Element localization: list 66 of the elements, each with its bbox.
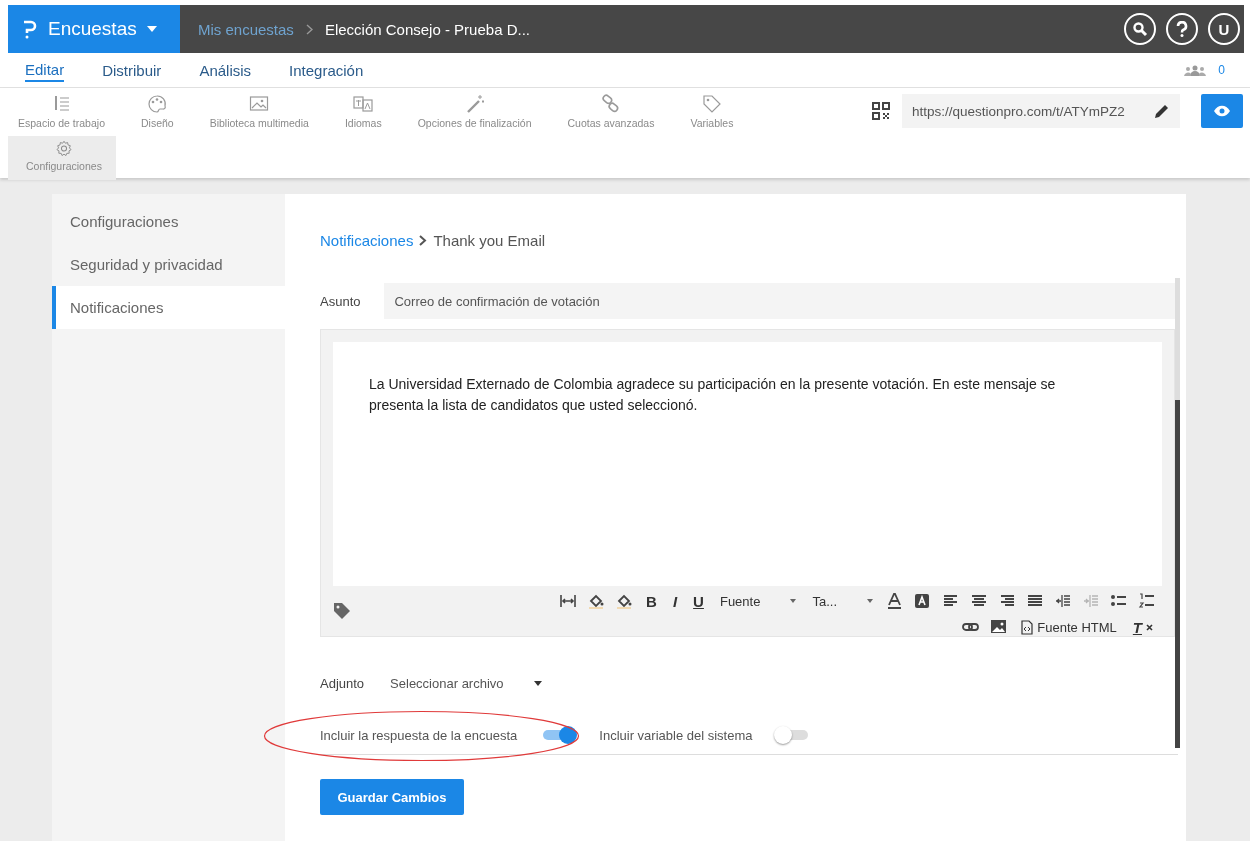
preview-button[interactable] — [1201, 94, 1243, 128]
user-button[interactable]: U — [1208, 13, 1240, 45]
underline-button[interactable]: U — [690, 590, 707, 612]
toolbar-item[interactable]: Opciones de finalización — [399, 92, 550, 136]
toolbar-item[interactable]: Cuotas avanzadas — [549, 92, 673, 136]
scrollbar[interactable] — [1175, 278, 1180, 748]
product-menu[interactable]: Encuestas — [8, 5, 180, 53]
qr-code-icon[interactable] — [872, 102, 890, 120]
source-button[interactable]: Fuente HTML — [1018, 616, 1120, 638]
toolbar-item[interactable]: Idiomas — [326, 92, 400, 136]
clear-format-button[interactable]: T — [1129, 616, 1156, 638]
survey-url-field[interactable]: https://questionpro.com/t/ATYmPZ2 — [902, 94, 1180, 128]
help-button[interactable] — [1166, 13, 1198, 45]
pencil-icon[interactable] — [1154, 103, 1170, 119]
bold-button[interactable]: B — [643, 590, 660, 612]
italic-button[interactable]: I — [669, 590, 681, 612]
file-code-icon — [1021, 619, 1034, 635]
eye-icon — [1214, 105, 1230, 117]
toolbar-item[interactable]: Configuraciones — [8, 136, 116, 180]
toggle-label: Incluir la respuesta de la encuesta — [320, 727, 518, 743]
logo-icon — [22, 19, 38, 39]
translate-icon — [353, 94, 374, 114]
body-text: La Universidad Externado de Colombia agradece su participación en la presente votación. En este mensaje se presenta la lista de candidatos que usted seleccionó. — [369, 376, 1056, 413]
dropdown[interactable]: Ta... — [809, 590, 876, 612]
sidebar-item[interactable]: Notificaciones — [52, 286, 285, 329]
caret-icon — [867, 599, 873, 603]
sidebar-item[interactable]: Configuraciones — [52, 200, 285, 243]
caret-icon — [146, 26, 157, 32]
survey-title: Elección Consejo - Prueba D... — [324, 20, 530, 38]
email-body[interactable]: La Universidad Externado de Colombia agradece su participación en la presente votación. En este mensaje se presenta la lista de candidatos que usted seleccionó. — [333, 342, 1162, 586]
palette-icon — [147, 94, 168, 114]
field-label: Adjunto — [320, 676, 365, 691]
textcolor-icon[interactable] — [886, 590, 904, 612]
caret-icon — [533, 681, 542, 686]
toggle-label: Incluir variable del sistema — [599, 727, 753, 743]
tag-icon[interactable] — [333, 602, 351, 620]
toolbar-item[interactable]: Variables — [672, 92, 752, 136]
sidebar-item[interactable]: Seguridad y privacidad — [52, 243, 285, 286]
subject-field[interactable]: Correo de confirmación de votación — [384, 283, 1175, 319]
settings-icon — [53, 140, 74, 157]
nav-tab[interactable]: Análisis — [199, 59, 252, 81]
search-button[interactable] — [1124, 13, 1156, 45]
field-label: Asunto — [320, 293, 361, 309]
image-icon — [249, 94, 270, 114]
people-icon — [1184, 64, 1207, 76]
nav-tab[interactable]: Editar — [25, 58, 65, 82]
search-icon — [1132, 21, 1148, 37]
breadcrumb-link[interactable]: Mis encuestas — [198, 20, 294, 38]
file-select[interactable]: Seleccionar archivo — [384, 675, 548, 692]
chevron-icon — [305, 23, 313, 35]
toolbar-item[interactable]: Diseño — [123, 92, 192, 136]
toolbar-item[interactable]: Biblioteca multimedia — [191, 92, 327, 136]
caret-icon — [790, 599, 797, 603]
chain-icon — [600, 94, 621, 114]
x-icon — [1146, 623, 1153, 631]
help-icon — [1176, 21, 1188, 37]
nav-tab[interactable]: Integración — [289, 59, 364, 81]
tag-icon — [701, 94, 722, 114]
toolbar-item[interactable]: Espacio de trabajo — [8, 92, 123, 136]
save-button[interactable]: Guardar Cambios — [320, 779, 464, 815]
nav-tab[interactable]: Distribuir — [102, 59, 162, 81]
chevron-icon — [419, 235, 428, 246]
dropdown[interactable]: Fuente — [716, 590, 800, 612]
page-title: Thank you Email — [433, 232, 546, 249]
collaborator-count: 0 — [1218, 63, 1225, 77]
breadcrumb-link[interactable]: Notificaciones — [320, 232, 414, 249]
